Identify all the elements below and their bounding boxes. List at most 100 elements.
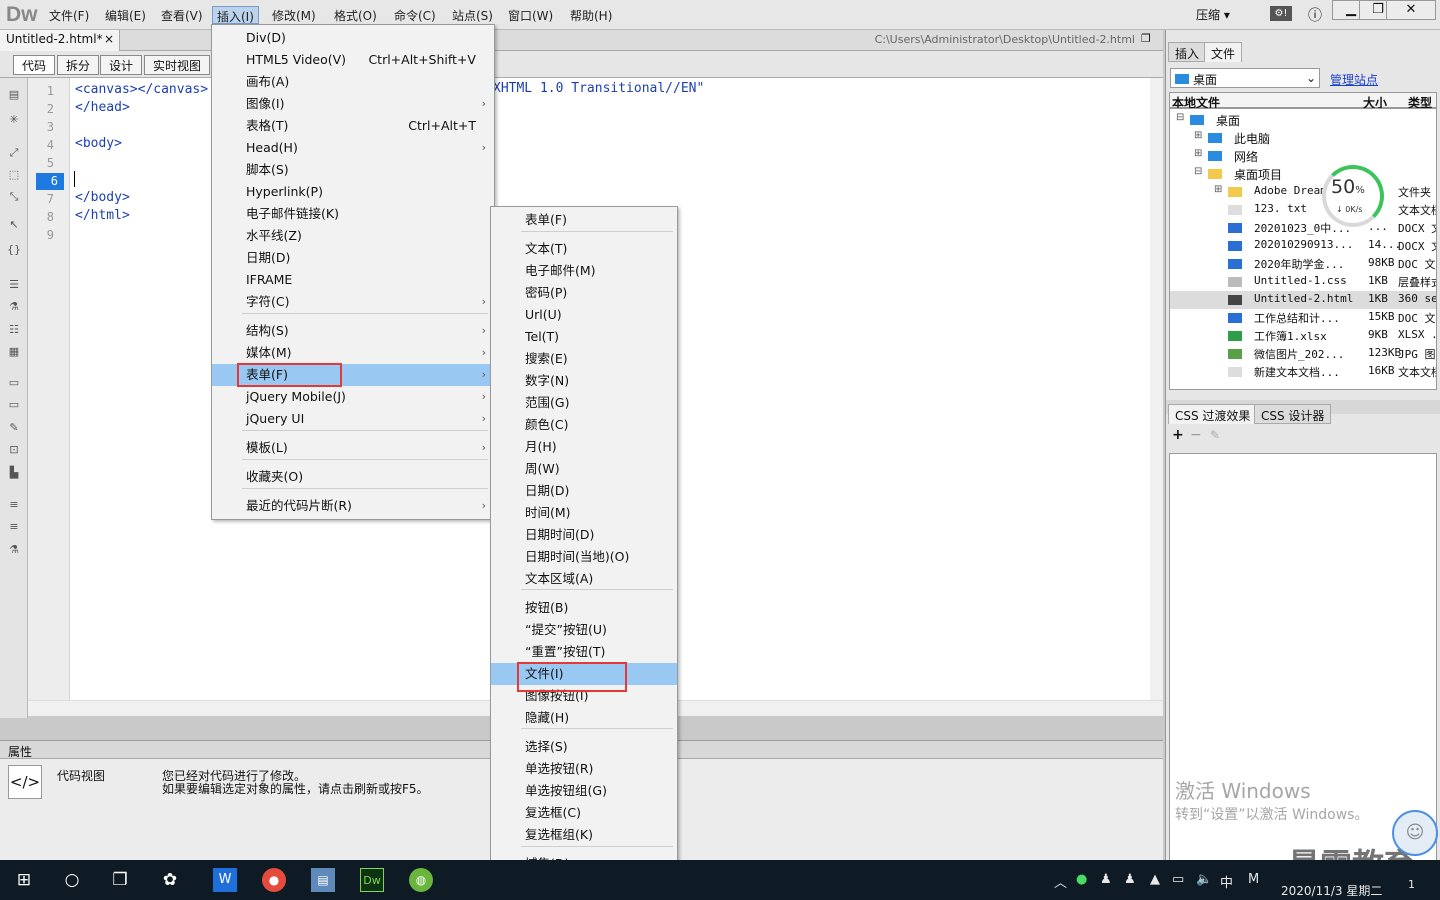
tab-untitled-2[interactable]: Untitled-2.html* × xyxy=(0,30,120,51)
file-tree-row[interactable]: 微信图片_202... 123KBJPG 图片 xyxy=(1170,345,1436,363)
form-menu-item[interactable]: “提交”按钮(U) xyxy=(491,619,677,641)
file-tree-row[interactable]: 新建文本文档... 16KB文本文档 xyxy=(1170,363,1436,381)
file-tree-row[interactable]: ⊞ 网络 xyxy=(1170,147,1436,165)
menu-7[interactable]: 站点(S) xyxy=(448,6,497,24)
form-menu-item[interactable]: 复选框(C) xyxy=(491,802,677,824)
insert-menu-item[interactable]: IFRAME xyxy=(212,269,494,291)
view-code-button[interactable]: 代码 xyxy=(13,55,56,75)
form-menu-item[interactable]: 数字(N) xyxy=(491,370,677,392)
notification-badge[interactable]: 1 xyxy=(1408,878,1415,891)
form-menu-item[interactable]: 范围(G) xyxy=(491,392,677,414)
coding-tool-icon[interactable]: ▦ xyxy=(6,345,22,359)
form-menu-item[interactable]: Url(U) xyxy=(491,304,677,326)
insert-menu-item[interactable]: 表格(T) Ctrl+Alt+T xyxy=(212,115,494,137)
restore-doc-icon[interactable]: ❐ xyxy=(1141,32,1151,45)
form-menu-item[interactable]: 搜索(E) xyxy=(491,348,677,370)
insert-menu-item[interactable]: 模板(L) › xyxy=(212,437,494,459)
menu-6[interactable]: 命令(C) xyxy=(390,6,440,24)
wechat-icon[interactable]: ● xyxy=(1076,872,1087,887)
menu-2[interactable]: 查看(V) xyxy=(157,6,207,24)
menu-8[interactable]: 窗口(W) xyxy=(504,6,557,24)
pinwheel-app-icon[interactable]: ✿ xyxy=(158,868,182,892)
code-vertical-scrollbar[interactable] xyxy=(1150,78,1163,700)
insert-menu-item[interactable]: Div(D) xyxy=(212,27,494,49)
coding-tool-icon[interactable]: ✎ xyxy=(6,421,22,435)
tray-chevron-icon[interactable]: ︿ xyxy=(1054,872,1067,891)
add-icon[interactable]: + xyxy=(1172,427,1184,443)
insert-menu-item[interactable]: 画布(A) xyxy=(212,71,494,93)
close-button[interactable]: ✕ xyxy=(1386,0,1436,20)
form-menu-item[interactable]: 密码(P) xyxy=(491,282,677,304)
melon-app-icon[interactable]: ◍ xyxy=(409,868,433,892)
tab-files[interactable]: 文件 xyxy=(1204,42,1243,62)
menu-9[interactable]: 帮助(H) xyxy=(566,6,616,24)
insert-menu-item[interactable]: Hyperlink(P) xyxy=(212,181,494,203)
help-icon[interactable]: ⓘ xyxy=(1308,5,1322,25)
form-menu-item[interactable]: “重置”按钮(T) xyxy=(491,641,677,663)
form-menu-item[interactable]: 颜色(C) xyxy=(491,414,677,436)
coding-tool-icon[interactable]: ⤢ xyxy=(6,146,22,160)
view-live-button[interactable]: 实时视图 xyxy=(144,55,211,75)
coding-tool-icon[interactable]: ≡ xyxy=(6,498,22,512)
coding-tool-icon[interactable]: ▭ xyxy=(6,376,22,390)
form-menu-item[interactable]: 复选框组(K) xyxy=(491,824,677,846)
file-tree-row[interactable]: Untitled-2.html 1KB 360 se... xyxy=(1170,291,1436,309)
menu-5[interactable]: 格式(O) xyxy=(330,6,381,24)
coding-tool-icon[interactable]: ⚗ xyxy=(6,543,22,557)
ime-indicator[interactable]: 中 xyxy=(1220,872,1233,891)
site-select[interactable]: 桌面 ⌄ xyxy=(1170,68,1320,88)
coding-tool-icon[interactable]: ↖ xyxy=(6,218,22,232)
file-tree-row[interactable]: 工作总结和计... 15KBDOC 文档 xyxy=(1170,309,1436,327)
menu-4[interactable]: 修改(M) xyxy=(268,6,320,24)
file-tree-row[interactable]: 2020年助学金... 98KBDOC 文档 xyxy=(1170,255,1436,273)
form-menu-item[interactable]: 日期时间(当地)(O) xyxy=(491,546,677,568)
file-tree-row[interactable]: Untitled-1.css 1KB 层叠样式表 xyxy=(1170,273,1436,291)
view-design-button[interactable]: 设计 xyxy=(100,55,143,75)
tab-css-transitions[interactable]: CSS 过渡效果 xyxy=(1168,404,1258,424)
menu-3[interactable]: 插入(I) xyxy=(212,6,259,24)
insert-menu-item[interactable]: 收藏夹(O) xyxy=(212,466,494,488)
expand-icon[interactable]: ⊞ xyxy=(1214,184,1222,195)
wps-writer-icon[interactable]: W xyxy=(213,868,237,892)
notepad-icon[interactable]: ▤ xyxy=(311,868,335,892)
insert-menu-item[interactable]: 图像(I) › xyxy=(212,93,494,115)
sync-icon[interactable]: ⚙! xyxy=(1270,6,1292,21)
insert-menu-item[interactable]: HTML5 Video(V) Ctrl+Alt+Shift+V xyxy=(212,49,494,71)
insert-menu-item[interactable]: 电子邮件链接(K) xyxy=(212,203,494,225)
insert-menu-item[interactable]: 脚本(S) xyxy=(212,159,494,181)
chrome-icon[interactable]: ● xyxy=(262,868,286,892)
form-menu-item[interactable]: 单选按钮(R) xyxy=(491,758,677,780)
menu-0[interactable]: 文件(F) xyxy=(45,6,93,24)
form-menu-item[interactable]: 单选按钮组(G) xyxy=(491,780,677,802)
file-tree-row[interactable]: 123. txt 文本文档 xyxy=(1170,201,1436,219)
manage-sites-link[interactable]: 管理站点 xyxy=(1330,71,1378,88)
coding-tool-icon[interactable]: ▭ xyxy=(6,398,22,412)
coding-tool-icon[interactable]: ▤ xyxy=(6,88,22,102)
view-split-button[interactable]: 拆分 xyxy=(57,55,100,75)
expand-icon[interactable]: ⊞ xyxy=(1194,148,1202,159)
file-tree-row[interactable]: ⊟ 桌面 xyxy=(1170,111,1436,129)
file-tree-row[interactable]: 工作簿1.xlsx 9KB XLSX ... xyxy=(1170,327,1436,345)
assistant-avatar[interactable]: ☺ xyxy=(1392,810,1438,856)
ime-mode[interactable]: M xyxy=(1248,872,1259,887)
insert-menu-item[interactable]: 字符(C) › xyxy=(212,291,494,313)
form-menu-item[interactable]: 选择(S) xyxy=(491,736,677,758)
volume-icon[interactable]: 🔈 xyxy=(1196,872,1212,887)
clock-date[interactable]: 2020/11/3 星期二 xyxy=(1281,882,1382,899)
form-menu-item[interactable]: 文本区域(A) xyxy=(491,568,677,590)
coding-tool-icon[interactable]: ☰ xyxy=(6,278,22,292)
insert-menu-item[interactable]: 最近的代码片断(R) › xyxy=(212,495,494,517)
form-menu-item[interactable]: 周(W) xyxy=(491,458,677,480)
coding-tool-icon[interactable]: ⬚ xyxy=(6,168,22,182)
compress-dropdown[interactable]: 压缩 ▾ xyxy=(1196,6,1230,23)
close-icon[interactable]: × xyxy=(104,32,114,46)
coding-tool-icon[interactable]: ⚗ xyxy=(6,300,22,314)
form-menu-item[interactable]: Tel(T) xyxy=(491,326,677,348)
expand-icon[interactable]: ⊟ xyxy=(1194,166,1202,177)
speed-widget[interactable]: 50% ↓ 0K/s xyxy=(1322,165,1384,227)
task-view-icon[interactable]: ❐ xyxy=(108,868,132,892)
menu-1[interactable]: 编辑(E) xyxy=(101,6,150,24)
coding-tool-icon[interactable]: ⤡ xyxy=(6,190,22,204)
coding-tool-icon[interactable]: {} xyxy=(6,243,22,257)
expand-icon[interactable]: ⊟ xyxy=(1176,112,1184,123)
